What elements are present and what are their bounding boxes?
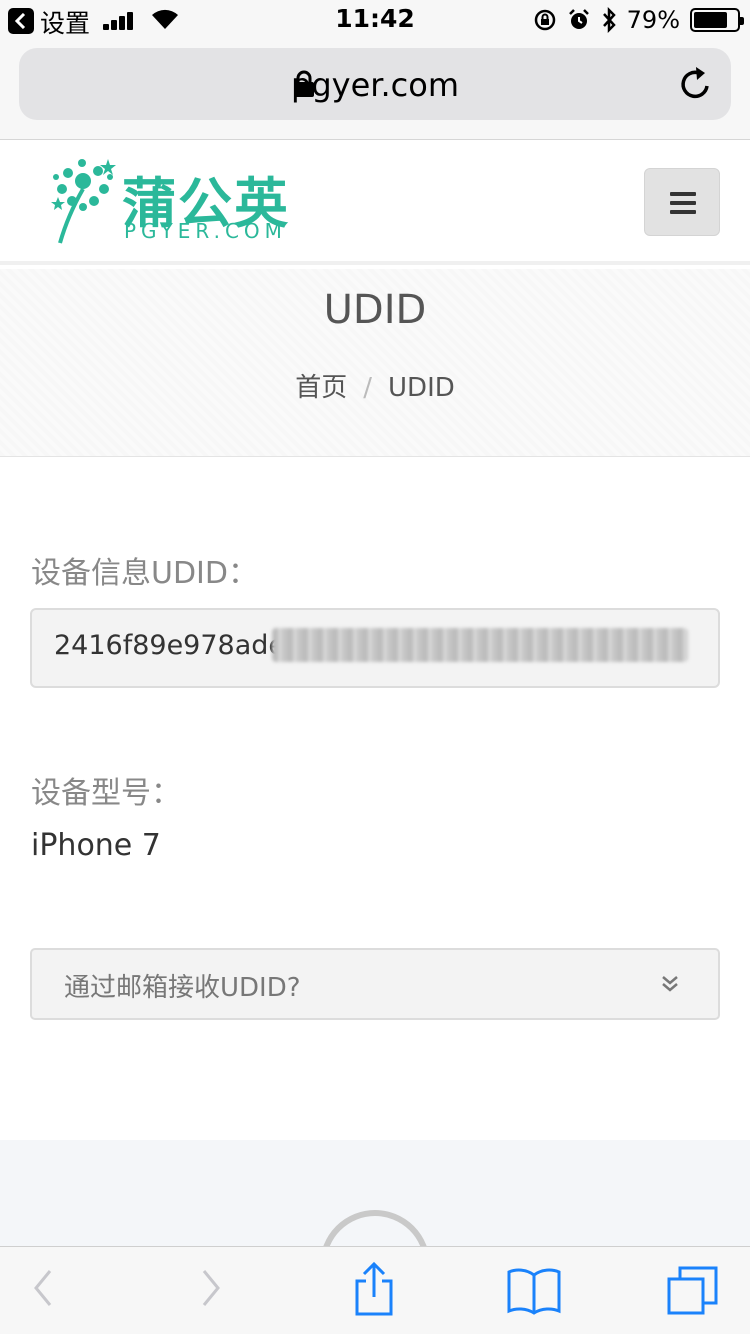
logo-text-en[interactable]: PGYER.COM [124, 219, 287, 243]
udid-value[interactable]: 2416f89e978ade [54, 630, 285, 661]
alarm-icon [568, 9, 589, 29]
device-model-label: 设备型号： [31, 776, 181, 811]
url-text[interactable]: pgyer.com [19, 66, 731, 104]
site-header: 蒲公英 PGYER.COM [0, 141, 750, 265]
breadcrumb-current: UDID [388, 373, 455, 403]
dandelion-logo-icon[interactable] [48, 155, 118, 245]
email-udid-accordion[interactable]: 通过邮箱接收UDID? [30, 948, 720, 1020]
browser-address-area: pgyer.com [0, 40, 750, 140]
udid-field[interactable]: 2416f89e978ade [30, 608, 720, 688]
rotation-lock-icon [534, 9, 555, 31]
double-chevron-down-icon[interactable] [660, 974, 680, 994]
email-udid-label[interactable]: 通过邮箱接收UDID? [64, 967, 301, 1004]
udid-redacted-overlay [272, 628, 688, 662]
reload-icon[interactable] [679, 66, 713, 102]
site-footer [0, 1140, 750, 1246]
page-title: UDID [323, 287, 427, 333]
breadcrumb-separator: / [363, 373, 373, 403]
share-icon[interactable] [352, 1261, 396, 1317]
tabs-icon[interactable] [666, 1265, 720, 1317]
battery-icon [690, 8, 744, 32]
browser-toolbar [0, 1246, 750, 1334]
address-bar[interactable]: pgyer.com [19, 48, 731, 120]
footer-logo-circle [320, 1210, 430, 1246]
breadcrumb-home-link[interactable]: 首页 [295, 373, 347, 403]
udid-label: 设备信息UDID： [31, 556, 259, 591]
back-arrow-icon[interactable] [30, 1263, 56, 1313]
bluetooth-icon [602, 7, 616, 33]
bookmarks-icon[interactable] [506, 1267, 562, 1315]
breadcrumb: 首页 / UDID [0, 367, 750, 404]
hamburger-menu-button[interactable] [644, 168, 720, 236]
status-bar: 设置 11:42 79% [0, 0, 750, 40]
device-model-value: iPhone 7 [31, 828, 161, 863]
battery-percent: 79% [626, 6, 680, 34]
page-hero: UDID 首页 / UDID [0, 269, 750, 457]
forward-arrow-icon[interactable] [198, 1263, 224, 1313]
